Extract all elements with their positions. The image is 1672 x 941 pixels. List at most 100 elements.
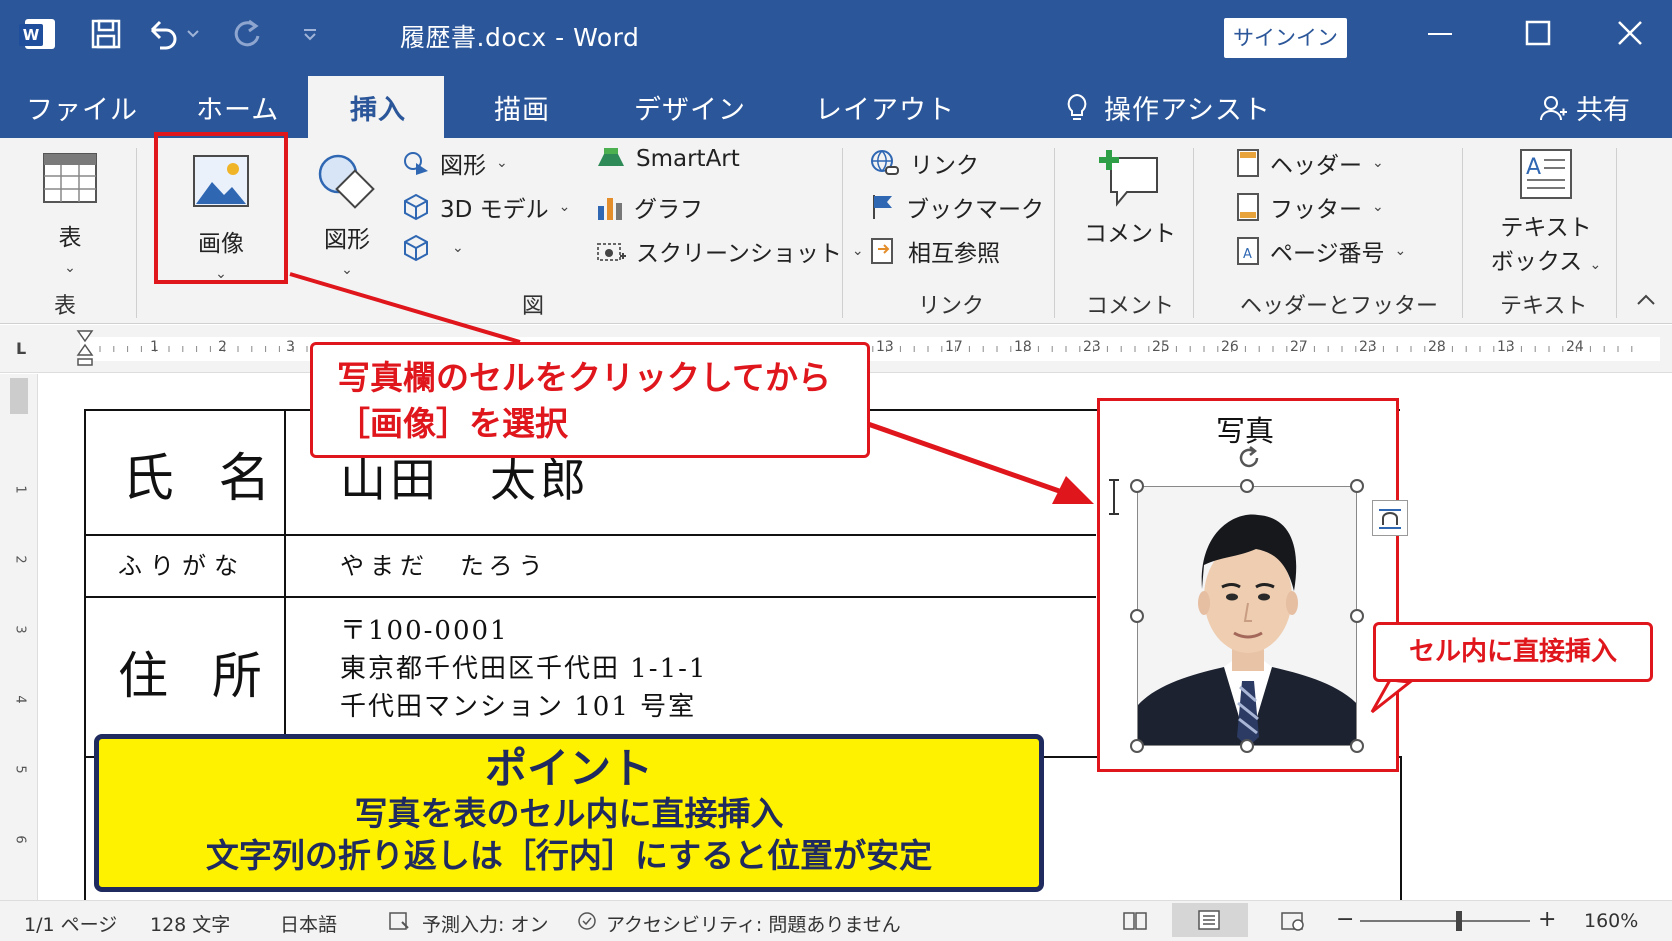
bookmark-button[interactable]: ブックマーク: [870, 190, 1044, 224]
minimize-icon[interactable]: [1420, 14, 1460, 54]
undo-icon[interactable]: [144, 12, 204, 56]
predictive-input-icon: [389, 912, 409, 930]
save-icon[interactable]: [86, 12, 126, 56]
word-app-icon[interactable]: W: [18, 12, 62, 56]
furigana-value[interactable]: やまだ たろう: [340, 546, 549, 581]
footer-label: フッター: [1270, 197, 1362, 223]
cross-reference-button[interactable]: 相互参照: [870, 234, 1000, 268]
ruler-number: 13: [876, 339, 894, 355]
resize-handle[interactable]: [1350, 479, 1364, 493]
zoom-out-icon[interactable]: −: [1336, 907, 1354, 932]
globe-link-icon: [871, 150, 899, 175]
3d-model-button[interactable]: 3D モデル ⌄: [402, 190, 570, 224]
rotate-handle-icon[interactable]: [1234, 444, 1264, 478]
chart-label: グラフ: [634, 197, 703, 223]
share-button[interactable]: 共有: [1538, 88, 1630, 127]
ruler-number: 23: [1359, 339, 1377, 355]
close-icon[interactable]: [1610, 14, 1650, 54]
tab-home[interactable]: ホーム: [196, 88, 279, 127]
smartart-button[interactable]: SmartArt: [596, 146, 740, 172]
link-button[interactable]: リンク: [870, 146, 979, 180]
table-button[interactable]: 表 ⌄: [40, 152, 100, 278]
resize-handle[interactable]: [1130, 609, 1144, 623]
text-cursor-icon: [1107, 478, 1121, 520]
word-count[interactable]: 128 文字: [150, 910, 230, 937]
shapes-button[interactable]: 図形 ⌄: [314, 152, 380, 280]
web-layout-icon[interactable]: [1280, 910, 1306, 937]
table-border: [86, 534, 1096, 536]
language-status[interactable]: 日本語: [280, 910, 337, 937]
name-label: 氏 名: [122, 449, 285, 509]
group-divider: [842, 148, 843, 318]
cube-outline-icon: [404, 234, 428, 262]
textbox-label-1: テキスト: [1500, 215, 1592, 241]
tab-layout[interactable]: レイアウト: [815, 88, 955, 127]
group-divider: [1054, 148, 1055, 318]
redo-icon[interactable]: [226, 12, 266, 56]
textbox-button[interactable]: A テキスト ボックス ⌄: [1484, 146, 1608, 276]
screenshot-button[interactable]: スクリーンショット ⌄: [596, 234, 864, 268]
print-layout-icon[interactable]: [1172, 903, 1248, 937]
chart-button[interactable]: グラフ: [596, 190, 703, 224]
footer-button[interactable]: フッター ⌄: [1236, 190, 1384, 224]
zoom-slider-thumb[interactable]: [1456, 911, 1462, 931]
comment-button-label: コメント: [1084, 221, 1176, 247]
smartart-icon: [598, 148, 624, 166]
table-border: [86, 596, 1096, 598]
tab-selector-icon[interactable]: L: [16, 339, 26, 358]
address-line: 千代田マンション 101 号室: [340, 692, 697, 722]
image-button[interactable]: 画像 ⌄: [154, 132, 288, 284]
predictive-input-status[interactable]: 予測入力: オン: [388, 910, 548, 937]
tab-draw[interactable]: 描画: [494, 88, 550, 127]
read-mode-icon[interactable]: [1122, 910, 1148, 937]
textbox-label-2: ボックス ⌄: [1490, 249, 1602, 275]
collapse-ribbon-icon[interactable]: [1632, 288, 1660, 312]
address-label: 住 所: [118, 647, 276, 705]
ruler-number: 2: [218, 339, 227, 355]
resize-handle[interactable]: [1350, 739, 1364, 753]
ruler-number: 25: [1152, 339, 1170, 355]
ruler-number: 13: [1497, 339, 1515, 355]
layout-options-icon[interactable]: [1372, 500, 1408, 536]
instruction-line-2: ［画像］を選択: [337, 404, 568, 443]
chevron-down-icon: ⌄: [215, 266, 227, 282]
tab-design[interactable]: デザイン: [634, 88, 746, 127]
shapes-small-icon: [404, 152, 428, 175]
page-number-icon: A: [1237, 237, 1259, 265]
chevron-down-icon: ⌄: [341, 262, 353, 278]
group-label-table: 表: [54, 294, 77, 319]
header-button[interactable]: ヘッダー ⌄: [1236, 146, 1384, 180]
shapes-small-button[interactable]: 図形 ⌄: [402, 146, 508, 180]
icons-button[interactable]: ⌄: [402, 234, 464, 262]
ribbon-tabs: ファイル ホーム 挿入 描画 デザイン レイアウト 操作アシスト 共有: [0, 74, 1672, 138]
page-number-button[interactable]: A ページ番号 ⌄: [1236, 234, 1406, 268]
resize-handle[interactable]: [1350, 609, 1364, 623]
tab-file[interactable]: ファイル: [26, 88, 138, 127]
zoom-level[interactable]: 160%: [1584, 910, 1638, 932]
customize-icon[interactable]: [298, 12, 322, 56]
resize-handle[interactable]: [1130, 739, 1144, 753]
ruler-number: 23: [1083, 339, 1101, 355]
comment-button[interactable]: コメント: [1080, 148, 1180, 248]
indent-marker-icon[interactable]: [76, 329, 94, 373]
photo-image[interactable]: [1137, 486, 1357, 746]
group-label-text: テキスト: [1500, 294, 1588, 319]
accessibility-status[interactable]: アクセシビリティ: 問題ありません: [576, 910, 901, 937]
signin-button[interactable]: サインイン: [1224, 18, 1347, 58]
zoom-in-icon[interactable]: +: [1538, 907, 1556, 932]
tab-insert[interactable]: 挿入: [308, 76, 444, 138]
maximize-icon[interactable]: [1518, 14, 1558, 54]
tell-me-assist[interactable]: 操作アシスト: [1064, 88, 1271, 127]
zoom-slider[interactable]: [1360, 920, 1530, 922]
address-value[interactable]: 〒100-0001 東京都千代田区千代田 1-1-1 千代田マンション 101 …: [340, 612, 707, 726]
resize-handle[interactable]: [1240, 479, 1254, 493]
ruler-number: 28: [1428, 339, 1446, 355]
document-title: 履歴書.docx - Word: [400, 23, 640, 52]
page-count[interactable]: 1/1 ページ: [24, 910, 117, 937]
ruler-number: 26: [1221, 339, 1239, 355]
link-label: リンク: [910, 153, 979, 179]
ruler-number: 27: [1290, 339, 1308, 355]
ruler-number: 1: [150, 339, 159, 355]
resize-handle[interactable]: [1130, 479, 1144, 493]
resize-handle[interactable]: [1240, 739, 1254, 753]
